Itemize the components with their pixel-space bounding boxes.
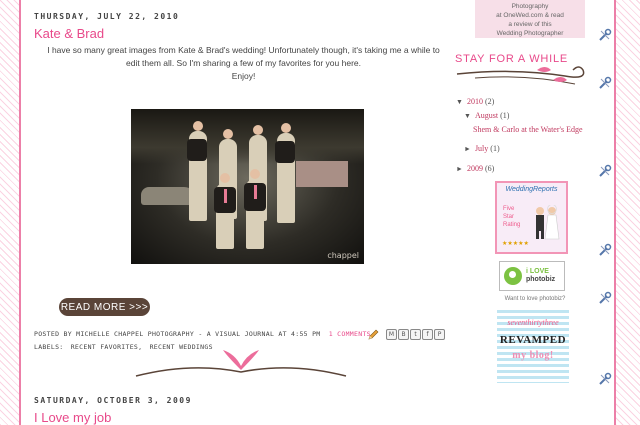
post-title[interactable]: Kate & Brad: [34, 26, 104, 41]
photo-pink-tie: [224, 189, 227, 203]
edit-widget-icon[interactable]: [598, 28, 612, 42]
badge-line: my blog!: [512, 350, 554, 361]
photobiz-line: i LOVE: [526, 268, 549, 275]
photobiz-logo-icon: [504, 267, 522, 285]
post-date-header: SATURDAY, OCTOBER 3, 2009: [34, 396, 192, 405]
archive-year-2010[interactable]: ▼ 2010 (2): [456, 97, 494, 106]
photobiz-badge[interactable]: i LOVE photobiz: [499, 261, 565, 291]
onewed-line: Photography: [511, 3, 549, 10]
edit-widget-icon[interactable]: [598, 372, 612, 386]
onewed-review-link[interactable]: Photography at OneWed.com & read a revie…: [475, 0, 585, 38]
wedding-reports-badge[interactable]: WeddingReports Five Star Rating ★★★★★: [495, 181, 568, 254]
share-glyph: t: [414, 331, 417, 338]
archive-count: (1): [490, 144, 500, 153]
share-glyph: P: [437, 331, 442, 338]
photobiz-line: photobiz: [526, 276, 556, 283]
label-link-recent-favorites[interactable]: RECENT FAVORITES: [71, 343, 138, 351]
onewed-line: at OneWed.com & read: [496, 12, 564, 19]
rating-line: Star: [503, 214, 515, 220]
archive-label[interactable]: August: [475, 111, 498, 120]
edit-widget-icon[interactable]: [598, 76, 612, 90]
edit-widget-icon[interactable]: [598, 164, 612, 178]
main-column: THURSDAY, JULY 22, 2010 Kate & Brad I ha…: [31, 0, 461, 425]
wings-divider-ornament: [135, 350, 347, 377]
post-date-header: THURSDAY, JULY 22, 2010: [34, 12, 180, 21]
archive-year-2009[interactable]: ► 2009 (6): [456, 164, 494, 173]
badge-line: REVAMPED: [499, 334, 567, 346]
badge-line: seventhirtythree: [507, 318, 559, 327]
edit-widget-icon[interactable]: [598, 243, 612, 257]
archive-label[interactable]: 2009: [467, 164, 483, 173]
share-glyph: M: [388, 331, 395, 338]
expand-toggle-icon[interactable]: ▼: [456, 98, 463, 106]
photo-car: [141, 187, 196, 205]
rating-line: Rating: [503, 222, 521, 228]
share-glyph: f: [426, 331, 429, 338]
blog-page: THURSDAY, JULY 22, 2010 Kate & Brad I ha…: [19, 0, 616, 425]
archive-label[interactable]: 2010: [467, 97, 483, 106]
swirl-ornament: [456, 66, 585, 85]
pinterest-share-button[interactable]: P: [434, 329, 445, 340]
bride-groom-icon: [536, 205, 560, 240]
email-share-button[interactable]: M: [386, 329, 397, 340]
post-body: I have so many great images from Kate & …: [31, 44, 456, 83]
photo-pink-tie: [254, 185, 257, 199]
share-glyph: B: [401, 331, 406, 338]
wedding-reports-rating-text: Five Star Rating: [503, 205, 520, 229]
read-more-button[interactable]: READ MORE >>>: [59, 298, 150, 316]
archive-count: (2): [484, 97, 495, 106]
archive-count: (1): [500, 111, 510, 120]
five-star-rating: ★★★★★: [502, 241, 529, 247]
archive-month-july[interactable]: ► July (1): [464, 144, 500, 153]
post-body-line: Enjoy!: [231, 71, 256, 81]
photo-trees: [131, 109, 364, 164]
expand-toggle-icon[interactable]: ▼: [464, 112, 471, 120]
onewed-line: Wedding Photographer: [496, 30, 564, 37]
photo-jacket: [187, 139, 207, 161]
blog-share-button[interactable]: B: [398, 329, 409, 340]
edit-widget-icon[interactable]: [598, 291, 612, 305]
photobiz-caption[interactable]: Want to love photobiz?: [495, 296, 575, 302]
archive-label[interactable]: July: [475, 144, 488, 153]
post-body-line: I have so many great images from Kate & …: [47, 45, 440, 55]
byline-text: POSTED BY MICHELLE CHAPPEL PHOTOGRAPHY -…: [34, 330, 321, 338]
twitter-share-button[interactable]: t: [410, 329, 421, 340]
comments-link[interactable]: 1 COMMENTS: [329, 330, 371, 338]
wedding-photo[interactable]: chappel: [131, 109, 364, 264]
facebook-share-button[interactable]: f: [422, 329, 433, 340]
wedding-reports-title: WeddingReports: [505, 186, 558, 193]
archive-month-august[interactable]: ▼ August (1): [464, 111, 509, 120]
edit-pencil-icon[interactable]: [367, 329, 379, 341]
labels-prefix: LABELS:: [34, 343, 64, 351]
archive-post-link[interactable]: Shem & Carlo at the Water's Edge: [473, 125, 583, 134]
post-byline: POSTED BY MICHELLE CHAPPEL PHOTOGRAPHY -…: [34, 330, 371, 338]
post-body-line: edit them all. So I'm sharing a few of m…: [125, 58, 361, 68]
photo-watermark: chappel: [327, 251, 359, 260]
expand-toggle-icon[interactable]: ►: [456, 165, 463, 173]
revamped-blog-badge[interactable]: seventhirtythree REVAMPED my blog!: [497, 310, 569, 383]
expand-toggle-icon[interactable]: ►: [464, 145, 471, 153]
archive-count: (6): [484, 164, 495, 173]
post-title[interactable]: I Love my job: [34, 410, 111, 425]
photo-house: [296, 161, 348, 187]
onewed-line: a review of this: [508, 21, 552, 28]
photo-jacket: [275, 141, 295, 163]
rating-line: Five: [503, 206, 515, 212]
sidebar: Photography at OneWed.com & read a revie…: [455, 0, 614, 425]
